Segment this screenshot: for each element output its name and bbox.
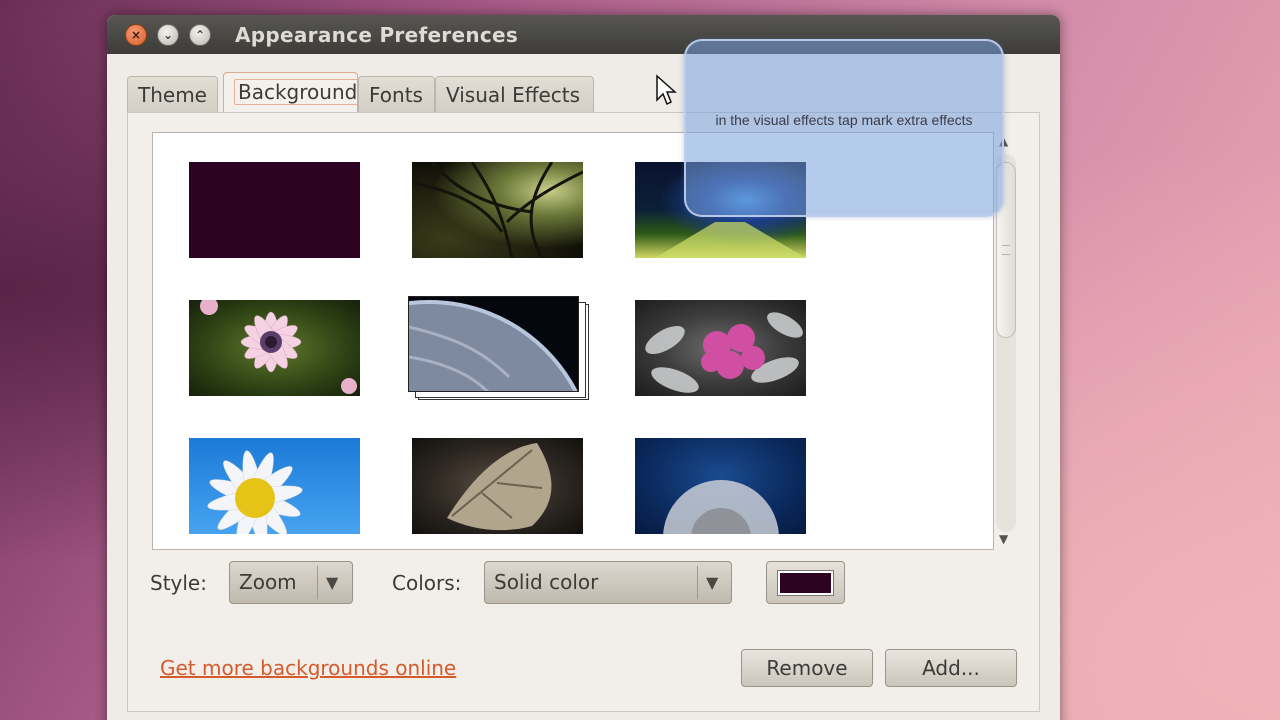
tree-branches-image [411,161,584,259]
pink-daisy-image [200,297,357,394]
tab-label: Visual Effects [446,83,581,107]
white-daisy-image [207,450,303,546]
tab-background[interactable]: Background [223,72,362,112]
minimize-window-button[interactable]: ⌄ [157,24,179,46]
style-label: Style: [150,571,207,595]
dry-leaf-image [447,443,552,531]
wallpaper-thumb-pink-flower-silver-leaves[interactable] [635,300,806,396]
tab-fonts[interactable]: Fonts [358,76,435,112]
earth-image [408,296,579,392]
style-value: Zoom [239,570,297,594]
add-button[interactable]: Add... [885,649,1017,687]
mouse-pointer-icon [656,74,677,106]
wallpaper-thumb-dry-leaf[interactable] [412,438,583,534]
color-swatch [777,570,834,596]
tab-label: Fonts [369,83,423,107]
close-icon: × [130,28,142,42]
wallpaper-thumb-dandelion[interactable] [635,438,806,549]
wallpaper-thumb-earth-from-space[interactable] [408,296,589,400]
dropdown-separator [317,566,318,599]
wallpaper-thumb-white-daisy-blue-sky[interactable] [189,438,360,546]
close-window-button[interactable]: × [125,24,147,46]
wallpaper-thumb-solid-color[interactable] [189,162,360,258]
chevron-down-icon: ▼ [326,573,339,592]
tab-theme[interactable]: Theme [127,76,218,112]
get-more-backgrounds-link[interactable]: Get more backgrounds online [160,656,456,680]
wallpaper-thumb-tree-branches[interactable] [411,161,584,259]
style-dropdown[interactable]: Zoom ▼ [229,561,353,604]
color-picker-button[interactable] [766,561,845,604]
chevron-down-icon: ▼ [706,573,719,592]
tab-visual-effects[interactable]: Visual Effects [435,76,594,112]
annotation-text: in the visual effects tap mark extra eff… [715,112,973,128]
maximize-icon: ⌃ [194,28,206,42]
window-title: Appearance Preferences [235,23,519,47]
maximize-window-button[interactable]: ⌃ [189,24,211,46]
tab-label: Background [234,79,362,105]
dropdown-separator [697,566,698,599]
colors-value: Solid color [494,570,599,594]
colors-dropdown[interactable]: Solid color ▼ [484,561,732,604]
scroll-down-arrow-icon[interactable]: ▼ [999,532,1008,546]
colors-label: Colors: [392,571,462,595]
annotation-callout: in the visual effects tap mark extra eff… [684,39,1004,217]
remove-button[interactable]: Remove [741,649,873,687]
tab-label: Theme [138,83,207,107]
grip-icon [1002,245,1010,255]
pink-flower-image [645,312,803,393]
minimize-icon: ⌄ [162,28,174,42]
dandelion-image [663,480,779,549]
wallpaper-thumb-pink-daisy[interactable] [189,297,360,396]
